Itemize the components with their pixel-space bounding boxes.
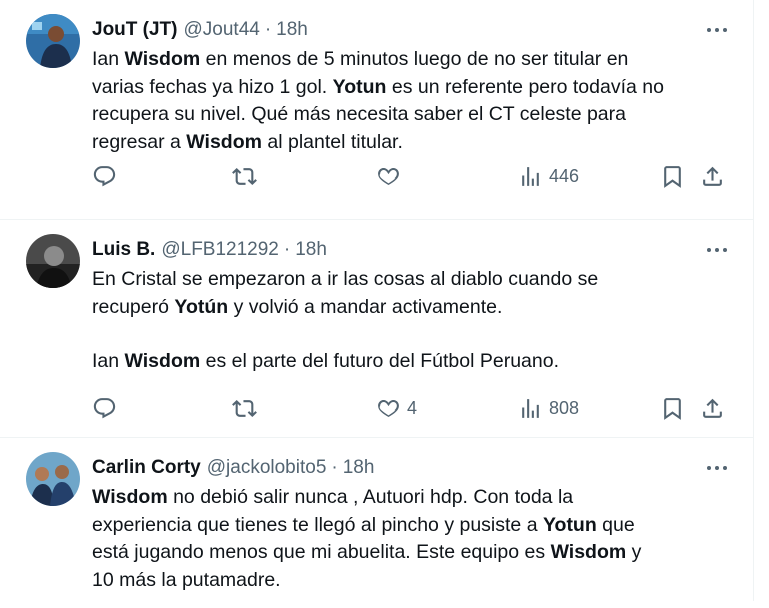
share-button[interactable]: [700, 158, 725, 194]
tweet-text-line: regresar a Wisdom al plantel titular.: [92, 129, 732, 157]
like-heart-icon: [378, 167, 399, 185]
tweet-text-line: Ian Wisdom es el parte del futuro del Fú…: [92, 348, 732, 376]
tweet-actions: 446: [92, 158, 742, 194]
tweet-text-line: está jugando menos que mi abuelita. Este…: [92, 539, 732, 567]
tweet-timestamp[interactable]: 18h: [276, 19, 308, 41]
tweet-actions: 4 808: [92, 390, 742, 426]
tweet-text: En Cristal se empezaron a ir las cosas a…: [92, 266, 732, 376]
text-segment: es el parte del futuro del Fútbol Peruan…: [200, 350, 560, 372]
view-count: 808: [549, 397, 580, 418]
bookmark-icon: [664, 165, 681, 188]
author-name[interactable]: Carlin Corty: [92, 457, 201, 479]
tweet-text: Wisdom no debió salir nunca , Autuori hd…: [92, 484, 732, 594]
more-horizontal-icon[interactable]: [705, 240, 729, 260]
text-segment: varias fechas ya hizo 1 gol.: [92, 75, 333, 98]
text-segment: 10 más la putamadre.: [92, 568, 281, 591]
separator-dot: ·: [331, 457, 338, 478]
retweet-button[interactable]: [232, 390, 257, 426]
separator-dot: ·: [283, 239, 291, 260]
tweet-text: Ian Wisdom en menos de 5 minutos luego d…: [92, 46, 732, 156]
tweet-text-line: En Cristal se empezaron a ir las cosas a…: [92, 266, 732, 294]
tweet-text-line: 10 más la putamadre.: [92, 567, 732, 595]
share-button[interactable]: [700, 390, 725, 426]
highlighted-term: Wisdom: [124, 350, 201, 372]
avatar[interactable]: [26, 452, 80, 506]
share-icon: [703, 398, 722, 418]
text-segment: no debió salir nunca , Autuori hdp. Con …: [167, 486, 574, 508]
bookmark-icon: [664, 397, 681, 420]
tweet-timestamp[interactable]: 18h: [295, 239, 327, 261]
text-segment: Ian: [92, 350, 125, 372]
text-segment: recupera su nivel. Qué más necesita sabe…: [92, 103, 626, 125]
highlighted-term: Yotún: [174, 295, 229, 318]
text-segment: experiencia que tienes te llegó al pinch…: [92, 513, 543, 536]
text-segment: está jugando menos que mi abuelita. Este…: [92, 541, 551, 563]
tweet[interactable]: Luis B. @LFB121292 · 18h En Cristal se e…: [0, 220, 753, 438]
views-button[interactable]: 446: [518, 158, 579, 194]
highlighted-term: Wisdom: [550, 541, 627, 563]
author-name[interactable]: JouT (JT): [92, 19, 178, 41]
tweet-text-line: varias fechas ya hizo 1 gol. Yotun es un…: [92, 74, 732, 102]
highlighted-term: Wisdom: [124, 48, 201, 70]
highlighted-term: Yotun: [332, 75, 387, 98]
retweet-icon: [232, 399, 257, 417]
text-segment: es un referente pero todavía no: [386, 75, 664, 98]
text-segment: y: [626, 541, 642, 563]
more-horizontal-icon[interactable]: [705, 458, 729, 478]
author-handle[interactable]: @Jout44: [184, 19, 260, 41]
more-horizontal-icon[interactable]: [705, 20, 729, 40]
reply-button[interactable]: [92, 158, 117, 194]
highlighted-term: Wisdom: [92, 486, 168, 508]
tweet-header: Luis B. @LFB121292 · 18h: [92, 236, 327, 264]
tweet-text-line: recuperó Yotún y volvió a mandar activam…: [92, 294, 732, 322]
view-count: 446: [549, 165, 580, 186]
text-segment: al plantel titular.: [261, 130, 403, 153]
like-count: 4: [407, 397, 418, 418]
tweet-text-line: experiencia que tienes te llegó al pinch…: [92, 512, 732, 540]
tweet-text-line: recupera su nivel. Qué más necesita sabe…: [92, 101, 732, 129]
author-name[interactable]: Luis B.: [92, 239, 155, 261]
text-segment: en menos de 5 minutos luego de no ser ti…: [200, 48, 629, 70]
separator-dot: ·: [264, 19, 272, 40]
bookmark-button[interactable]: [660, 390, 685, 426]
like-button[interactable]: 4: [376, 390, 417, 426]
author-handle[interactable]: @LFB121292: [161, 239, 279, 261]
text-segment: En Cristal se empezaron a ir las cosas a…: [92, 268, 599, 290]
views-chart-icon: [522, 398, 539, 418]
text-segment: recuperó: [92, 295, 175, 318]
text-segment: y volvió a mandar activamente.: [228, 295, 503, 318]
text-segment: Ian: [92, 48, 125, 70]
reply-button[interactable]: [92, 390, 117, 426]
highlighted-term: Yotun: [542, 513, 597, 536]
like-button[interactable]: [376, 158, 407, 194]
tweet[interactable]: JouT (JT) @Jout44 · 18h Ian Wisdom en me…: [0, 0, 753, 220]
views-chart-icon: [522, 166, 539, 186]
timeline: JouT (JT) @Jout44 · 18h Ian Wisdom en me…: [0, 0, 754, 601]
tweet-text-line: Wisdom no debió salir nunca , Autuori hd…: [92, 484, 732, 512]
bookmark-button[interactable]: [660, 158, 685, 194]
reply-icon: [93, 165, 116, 186]
author-handle[interactable]: @jackolobito5: [207, 457, 327, 479]
like-heart-icon: [378, 399, 399, 417]
highlighted-term: Wisdom: [186, 130, 262, 153]
avatar[interactable]: [26, 234, 80, 288]
tweet-header: JouT (JT) @Jout44 · 18h: [92, 16, 308, 44]
retweet-icon: [232, 167, 257, 185]
retweet-button[interactable]: [232, 158, 257, 194]
tweet-timestamp[interactable]: 18h: [343, 457, 375, 479]
text-segment: regresar a: [92, 130, 187, 153]
text-segment: que: [596, 513, 635, 536]
tweet-text-line: Ian Wisdom en menos de 5 minutos luego d…: [92, 46, 732, 74]
avatar[interactable]: [26, 14, 80, 68]
views-button[interactable]: 808: [518, 390, 579, 426]
share-icon: [703, 166, 722, 186]
tweet[interactable]: Carlin Corty @jackolobito5 · 18h Wisdom …: [0, 438, 753, 608]
tweet-header: Carlin Corty @jackolobito5 · 18h: [92, 454, 374, 482]
reply-icon: [93, 397, 116, 418]
